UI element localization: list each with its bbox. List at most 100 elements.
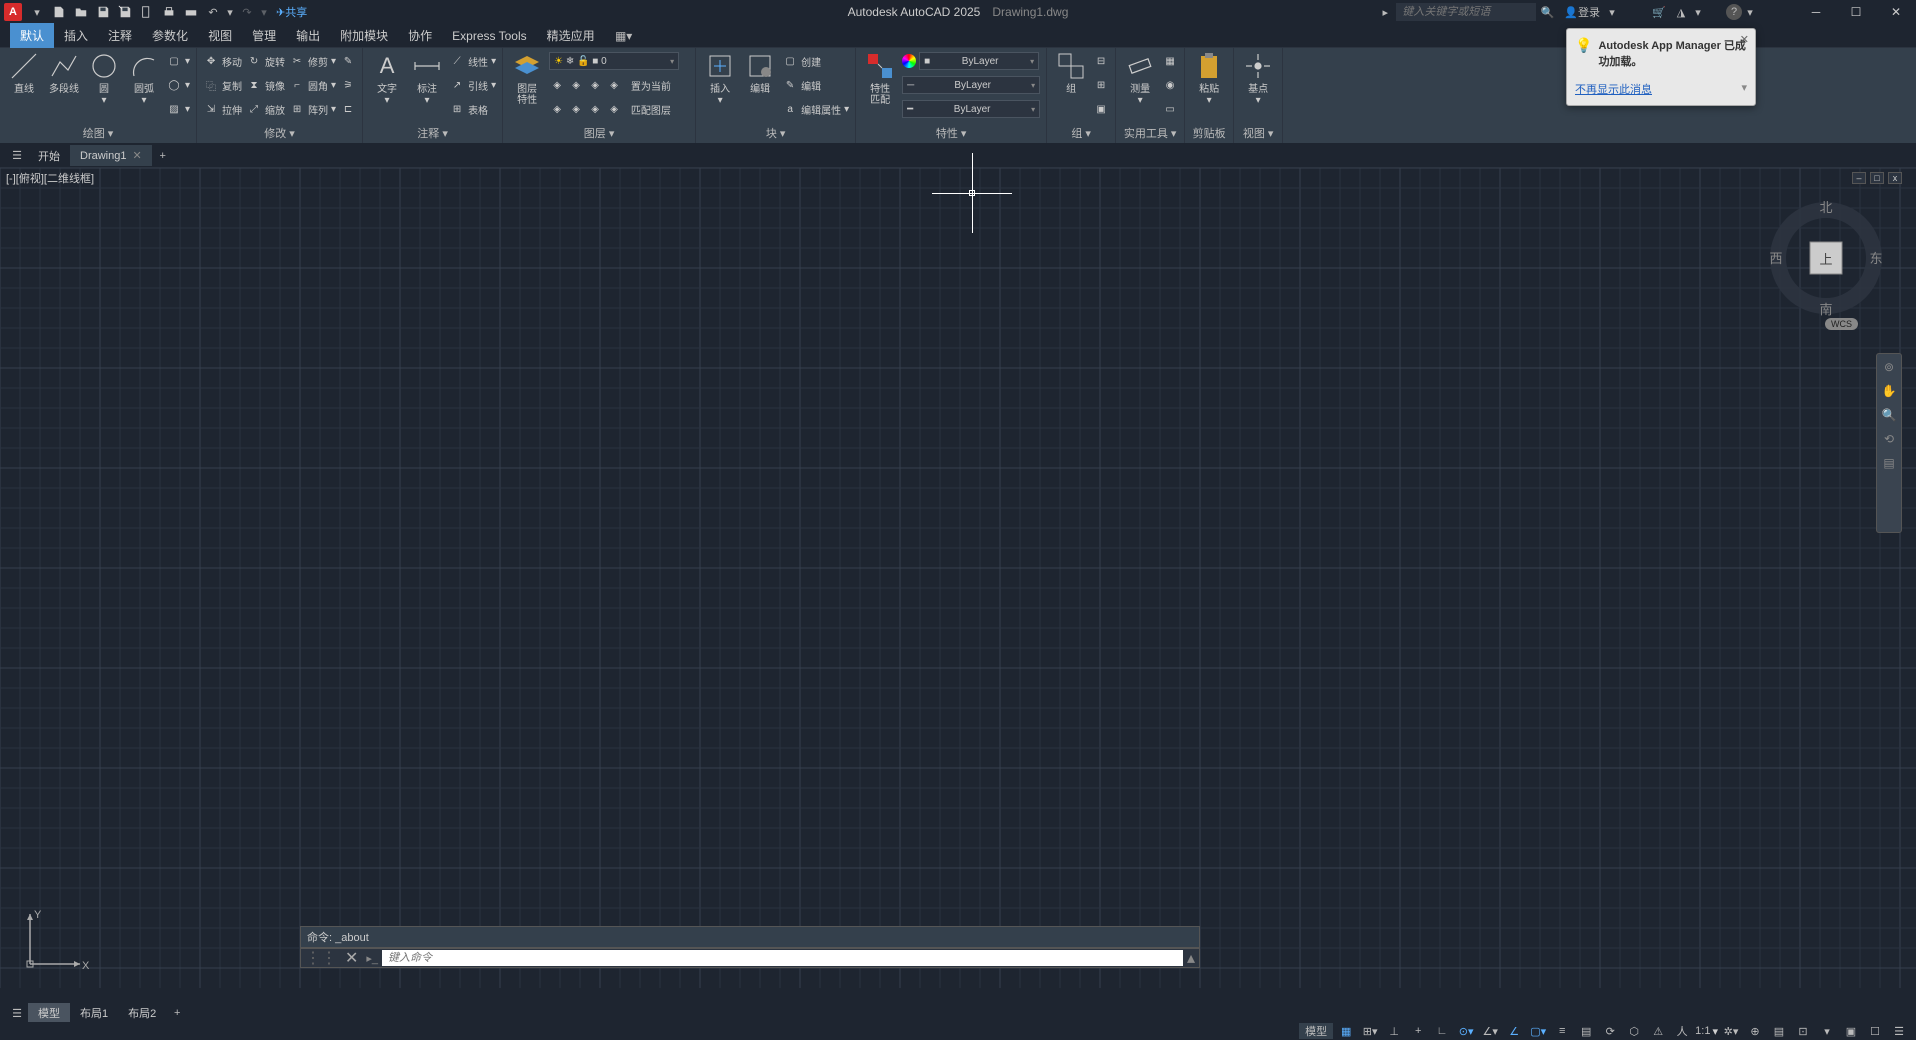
tool-ellipse[interactable]: ◯▾: [166, 74, 190, 96]
tool-copy[interactable]: ⿻复制: [203, 74, 242, 96]
minimize-button[interactable]: ─: [1796, 0, 1836, 24]
status-iso-icon[interactable]: ∠▾: [1479, 1023, 1501, 1039]
panel-title-modify[interactable]: 修改 ▾: [203, 125, 356, 141]
close-button[interactable]: ✕: [1876, 0, 1916, 24]
panel-title-props[interactable]: 特性 ▾: [862, 125, 1040, 141]
tool-line[interactable]: 直线: [6, 50, 42, 95]
ribbon-tab-output[interactable]: 输出: [286, 23, 330, 48]
tool-arc[interactable]: 圆弧▾: [126, 50, 162, 106]
status-gear-icon[interactable]: ✲▾: [1720, 1023, 1742, 1039]
notif-close-icon[interactable]: ✕: [1740, 33, 1749, 46]
notif-link[interactable]: 不再显示此消息: [1575, 84, 1652, 96]
cmd-prompt-icon[interactable]: ▸_: [362, 952, 382, 965]
help-icon[interactable]: ?: [1726, 4, 1742, 20]
vp-maximize-button[interactable]: □: [1870, 172, 1884, 184]
status-hw-icon[interactable]: ▣: [1840, 1023, 1862, 1039]
status-iso-drop-icon[interactable]: ▾: [1816, 1023, 1838, 1039]
tool-calc-icon[interactable]: ▦: [1162, 50, 1178, 72]
tool-bcreate[interactable]: ▢创建: [782, 50, 849, 72]
layout-menu-icon[interactable]: ☰: [8, 1004, 26, 1022]
viewcube[interactable]: 北 南 东 西 上: [1766, 188, 1886, 328]
command-input[interactable]: [382, 950, 1183, 966]
tool-circle[interactable]: 圆▾: [86, 50, 122, 106]
panel-title-draw[interactable]: 绘图 ▾: [6, 125, 190, 141]
layout-new-icon[interactable]: +: [168, 1004, 186, 1022]
nav-fullnav-icon[interactable]: ⊚: [1880, 360, 1898, 378]
status-otrack-icon[interactable]: ∠: [1503, 1023, 1525, 1039]
maximize-button[interactable]: ☐: [1836, 0, 1876, 24]
account-drop-icon[interactable]: ▾: [1608, 3, 1616, 21]
tool-layer-props[interactable]: 图层 特性: [509, 50, 545, 106]
cmd-grip-icon[interactable]: ⋮⋮: [301, 948, 341, 968]
tool-paste[interactable]: 粘贴▾: [1191, 50, 1227, 106]
status-osnap-icon[interactable]: ▢▾: [1527, 1023, 1549, 1039]
close-icon[interactable]: ✕: [132, 149, 141, 162]
tool-polyline[interactable]: 多段线: [46, 50, 82, 95]
tool-measure[interactable]: 测量▾: [1122, 50, 1158, 106]
color-icon[interactable]: [902, 54, 916, 68]
file-tab-drawing1[interactable]: Drawing1✕: [70, 145, 152, 166]
undo-drop-icon[interactable]: ▾: [226, 3, 234, 21]
status-3dosnap-icon[interactable]: ⬡: [1623, 1023, 1645, 1039]
web-mobile-icon[interactable]: [138, 3, 156, 21]
status-lwt-icon[interactable]: ≡: [1551, 1023, 1573, 1039]
layout-tab-model[interactable]: 模型: [28, 1003, 70, 1023]
panel-title-annot[interactable]: 注释 ▾: [369, 125, 496, 141]
tool-hatch[interactable]: ▨▾: [166, 98, 190, 120]
panel-title-view[interactable]: 视图 ▾: [1240, 125, 1276, 141]
status-model-button[interactable]: 模型: [1299, 1023, 1333, 1039]
ribbon-tab-annotate[interactable]: 注释: [98, 23, 142, 48]
redo-icon[interactable]: ↷: [238, 3, 256, 21]
new-icon[interactable]: [50, 3, 68, 21]
status-scale-button[interactable]: 1:1: [1695, 1023, 1710, 1039]
status-clean-icon[interactable]: ☐: [1864, 1023, 1886, 1039]
tool-group[interactable]: 组: [1053, 50, 1089, 95]
status-polar-icon[interactable]: ⊙▾: [1455, 1023, 1477, 1039]
file-tab-start[interactable]: 开始: [28, 144, 70, 168]
tool-matchprop[interactable]: 特性 匹配: [862, 50, 898, 106]
ribbon-tab-featured[interactable]: 精选应用: [537, 23, 605, 48]
nav-showmotion-icon[interactable]: ▤: [1880, 456, 1898, 474]
vp-minimize-button[interactable]: –: [1852, 172, 1866, 184]
color-dropdown[interactable]: ■ByLayer▾: [919, 52, 1039, 70]
notif-expand-icon[interactable]: ▾: [1741, 81, 1747, 94]
account-icon[interactable]: 👤 登录: [1560, 3, 1604, 21]
drop-icon[interactable]: ▾: [1694, 3, 1702, 21]
layout-tab-2[interactable]: 布局2: [118, 1003, 166, 1023]
ribbon-tab-insert[interactable]: 插入: [54, 23, 98, 48]
tool-dim[interactable]: 标注▾: [409, 50, 445, 106]
tool-mirror[interactable]: ⧗镜像: [246, 74, 285, 96]
status-annomon-icon[interactable]: ⚠: [1647, 1023, 1669, 1039]
status-trans-icon[interactable]: ▤: [1575, 1023, 1597, 1039]
ribbon-tab-default[interactable]: 默认: [10, 23, 54, 48]
help-drop-icon[interactable]: ▾: [1746, 3, 1754, 21]
plot-icon[interactable]: [160, 3, 178, 21]
file-menu-icon[interactable]: ☰: [8, 147, 26, 165]
status-annoscale-icon[interactable]: 人: [1671, 1023, 1693, 1039]
exchange-icon[interactable]: 🛒: [1650, 3, 1668, 21]
tool-explode-icon[interactable]: ⚞: [340, 74, 356, 96]
new-tab-icon[interactable]: +: [154, 147, 172, 165]
search-input[interactable]: [1396, 3, 1536, 21]
ribbon-apps-icon[interactable]: ▦▾: [615, 27, 633, 45]
tool-erase-icon[interactable]: ✎: [340, 50, 356, 72]
dropdown-icon[interactable]: ▾: [28, 3, 46, 21]
lineweight-dropdown[interactable]: ─ByLayer▾: [902, 76, 1040, 94]
status-grid-icon[interactable]: ▦: [1335, 1023, 1357, 1039]
tool-base[interactable]: 基点▾: [1240, 50, 1276, 106]
save-icon[interactable]: [94, 3, 112, 21]
panel-title-layer[interactable]: 图层 ▾: [509, 125, 689, 141]
drawing-canvas[interactable]: [-][俯视][二维线框] – □ x X Y 北 南 东 西 上 WCS ⊚ …: [0, 168, 1916, 1004]
tool-battr[interactable]: a编辑属性 ▾: [782, 98, 849, 120]
autodesk-icon[interactable]: ◮: [1672, 3, 1690, 21]
status-infer-icon[interactable]: ⊥: [1383, 1023, 1405, 1039]
status-ws-icon[interactable]: ⊕: [1744, 1023, 1766, 1039]
status-dyn-icon[interactable]: +: [1407, 1023, 1429, 1039]
cmd-recent-icon[interactable]: ▴: [1183, 948, 1199, 968]
tool-leader[interactable]: ↗引线 ▾: [449, 74, 496, 96]
tool-layer-iso[interactable]: ◈◈◈◈ 置为当前: [549, 74, 689, 96]
ribbon-tab-manage[interactable]: 管理: [242, 23, 286, 48]
undo-icon[interactable]: ↶: [204, 3, 222, 21]
panel-title-util[interactable]: 实用工具 ▾: [1122, 125, 1178, 141]
search-expand-icon[interactable]: ▸: [1376, 3, 1394, 21]
